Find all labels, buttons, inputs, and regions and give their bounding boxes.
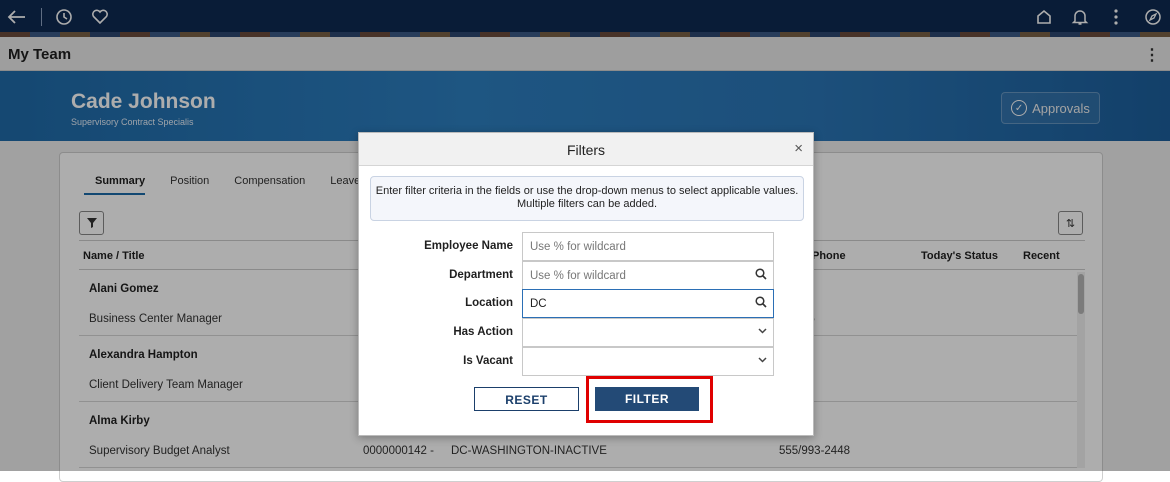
employee-name-label: Employee Name <box>424 240 513 252</box>
chevron-down-icon <box>758 355 767 365</box>
department-label: Department <box>449 269 513 281</box>
location-field[interactable]: DC <box>522 289 774 318</box>
location-label: Location <box>465 297 513 309</box>
has-action-select[interactable] <box>522 318 774 347</box>
search-icon[interactable] <box>755 296 767 311</box>
employee-name-placeholder: Use % for wildcard <box>530 241 626 253</box>
is-vacant-select[interactable] <box>522 347 774 376</box>
reset-button[interactable]: RESET <box>474 387 579 411</box>
filters-dialog: Filters × Enter filter criteria in the f… <box>358 132 814 436</box>
close-icon[interactable]: × <box>794 140 803 157</box>
is-vacant-label: Is Vacant <box>463 355 513 367</box>
dialog-title: Filters <box>566 142 606 158</box>
search-icon[interactable] <box>755 268 767 283</box>
chevron-down-icon <box>758 326 767 336</box>
has-action-label: Has Action <box>453 326 513 338</box>
department-field[interactable]: Use % for wildcard <box>522 261 774 290</box>
filter-instructions: Enter filter criteria in the fields or u… <box>370 176 804 221</box>
department-placeholder: Use % for wildcard <box>530 270 626 282</box>
location-value: DC <box>530 298 547 310</box>
highlight-box <box>586 376 713 423</box>
dialog-header: Filters × <box>359 133 813 166</box>
employee-name-field[interactable]: Use % for wildcard <box>522 232 774 261</box>
